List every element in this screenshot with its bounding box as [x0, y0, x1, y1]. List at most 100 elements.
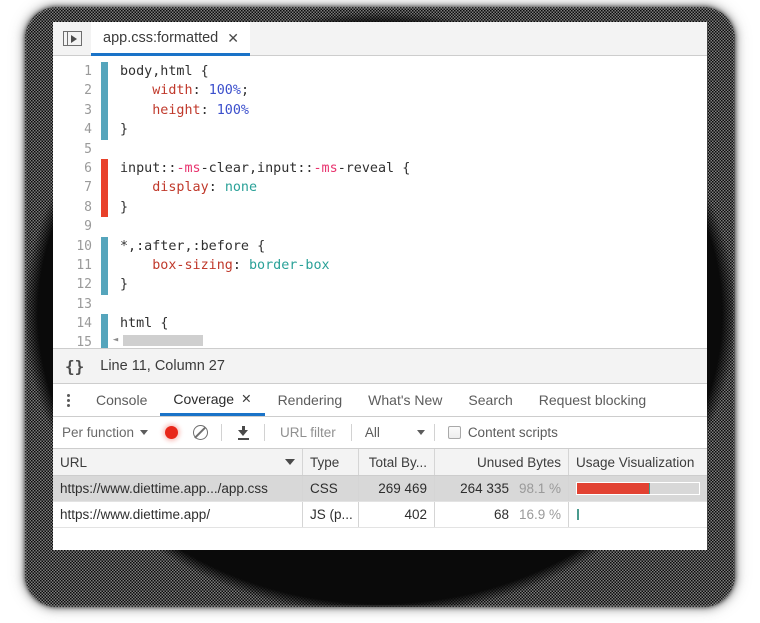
record-icon [164, 426, 178, 439]
line-number: 5 [84, 141, 92, 157]
line-number: 6 [84, 160, 92, 176]
screenshot-root: app.css:formatted ✕ 1 body,html {2 width:… [0, 0, 760, 623]
code-line-text: box-sizing: border-box [152, 257, 330, 273]
download-icon [237, 425, 249, 440]
tab-label: Search [468, 392, 513, 408]
clear-button[interactable] [184, 425, 216, 440]
coverage-gutter-marker [101, 100, 108, 121]
coverage-gutter-marker [101, 236, 108, 256]
code-line: 7 display: none [53, 178, 707, 198]
coverage-gutter-marker [101, 120, 108, 140]
line-number: 14 [76, 316, 92, 332]
tab-search[interactable]: Search [455, 384, 525, 416]
scroll-left-arrow-icon[interactable]: ◄ [108, 336, 123, 345]
code-line-text: } [120, 122, 129, 138]
line-number: 7 [84, 180, 92, 196]
record-button[interactable] [158, 426, 184, 439]
granularity-dropdown[interactable]: Per function [62, 425, 158, 440]
cell-usage-visualization [569, 476, 707, 501]
tab-request-blocking[interactable]: Request blocking [526, 384, 659, 416]
line-number: 13 [76, 296, 92, 312]
coverage-gutter-marker [101, 275, 108, 295]
code-line-text: display: none [152, 180, 258, 196]
table-header-row: URL Type Total By... Unused Bytes Usage … [53, 449, 707, 476]
clear-icon [192, 425, 208, 440]
unused-percent-value: 98.1 % [518, 481, 561, 496]
line-number: 15 [76, 335, 92, 348]
unused-percent-value: 16.9 % [518, 507, 561, 522]
column-header-url[interactable]: URL [53, 449, 303, 475]
coverage-gutter-marker [101, 158, 108, 179]
code-line-text: *,:after,:before { [120, 238, 266, 254]
line-number: 3 [84, 102, 92, 118]
usage-bar [576, 508, 700, 521]
coverage-gutter-marker [101, 217, 108, 236]
cursor-position-label: Line 11, Column 27 [100, 358, 225, 374]
editor-tab-strip: app.css:formatted ✕ [53, 22, 707, 56]
scrollbar-thumb[interactable] [123, 335, 203, 346]
show-drawer-button[interactable] [53, 22, 91, 55]
code-line: 2 width: 100%; [53, 81, 707, 101]
line-number: 12 [76, 277, 92, 293]
code-line: 11 box-sizing: border-box [53, 255, 707, 276]
content-scripts-checkbox[interactable]: Content scripts [440, 425, 558, 440]
usage-bar [576, 482, 700, 495]
coverage-gutter-marker [101, 333, 108, 348]
code-line: 14 html { [53, 314, 707, 334]
code-line: 12} [53, 275, 707, 295]
tab-label: Rendering [277, 392, 343, 408]
checkbox-icon[interactable] [447, 426, 461, 439]
toolbar-divider [433, 424, 435, 441]
table-body: https://www.diettime.app.../app.css CSS 26… [53, 476, 707, 528]
export-button[interactable] [227, 425, 259, 440]
coverage-gutter-marker [101, 62, 108, 82]
sort-descending-icon [285, 459, 295, 465]
close-icon[interactable]: ✕ [227, 31, 239, 45]
code-editor[interactable]: 1 body,html {2 width: 100%; 3 height: 100%… [53, 56, 707, 348]
unused-bytes-value: 264 335 [460, 481, 509, 496]
content-scripts-label: Content scripts [467, 425, 558, 440]
editor-tab-label: app.css:formatted [103, 29, 219, 46]
code-line: 1 body,html { [53, 62, 707, 82]
coverage-gutter-marker [101, 295, 108, 314]
code-lines: 1 body,html {2 width: 100%; 3 height: 100%… [53, 62, 707, 348]
cell-url: https://www.diettime.app/ [53, 502, 303, 527]
editor-tab-app-css[interactable]: app.css:formatted ✕ [91, 22, 250, 56]
table-row[interactable]: https://www.diettime.app/JS (p... 402 68 16… [53, 502, 707, 528]
column-header-unused-bytes[interactable]: Unused Bytes [435, 449, 569, 475]
code-line: 4} [53, 120, 707, 140]
tab-coverage[interactable]: Coverage ✕ [160, 384, 265, 416]
tab-label: Coverage [173, 390, 235, 407]
tab-rendering[interactable]: Rendering [265, 384, 356, 416]
code-line: 5 [53, 140, 707, 159]
url-filter-input[interactable]: URL filter [270, 425, 346, 440]
column-header-total-bytes[interactable]: Total By... [359, 449, 435, 475]
coverage-gutter-marker [101, 178, 108, 198]
type-filter-dropdown[interactable]: All [357, 425, 429, 440]
code-line: 9 [53, 217, 707, 236]
line-number: 10 [76, 238, 92, 254]
code-line: 10 *,:after,:before { [53, 236, 707, 256]
code-line-text: height: 100% [152, 102, 249, 118]
table-row[interactable]: https://www.diettime.app.../app.css CSS 26… [53, 476, 707, 502]
pretty-print-icon[interactable]: {} [65, 357, 84, 376]
toolbar-divider [350, 424, 352, 441]
devtools-window: app.css:formatted ✕ 1 body,html {2 width:… [53, 22, 707, 550]
code-line-text: } [120, 199, 129, 215]
coverage-gutter-marker [101, 81, 108, 101]
column-header-type[interactable]: Type [303, 449, 359, 475]
editor-horizontal-scrollbar[interactable]: ◄ [108, 333, 707, 348]
code-line: 3 height: 100% [53, 100, 707, 121]
toolbar-divider [221, 424, 223, 441]
coverage-table: URL Type Total By... Unused Bytes Usage … [53, 449, 707, 550]
tab-console[interactable]: Console [83, 384, 160, 416]
more-options-button[interactable] [53, 384, 83, 416]
coverage-gutter-marker [101, 255, 108, 276]
tab-label: Console [96, 392, 148, 408]
coverage-toolbar: Per function URL filter All Content scri… [53, 417, 707, 449]
column-header-usage-visualization[interactable]: Usage Visualization [569, 449, 707, 475]
close-icon[interactable]: ✕ [241, 391, 251, 406]
tab-what-s-new[interactable]: What's New [355, 384, 455, 416]
tab-label: Request blocking [538, 392, 647, 408]
type-filter-value: All [364, 425, 380, 440]
